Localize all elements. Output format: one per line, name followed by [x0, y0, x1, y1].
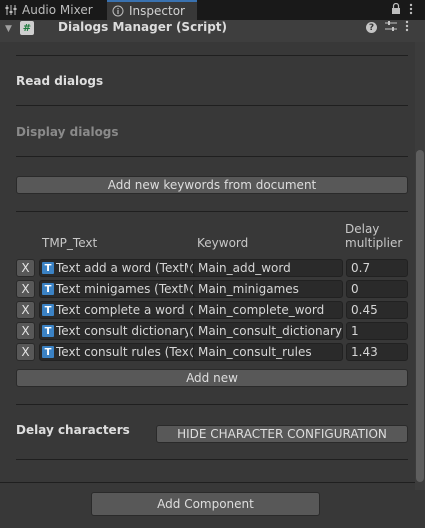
tab-audio-mixer-label: Audio Mixer	[22, 3, 93, 17]
tmp-text-field[interactable]: T Text minigames (TextMeshProUGUI)	[39, 280, 205, 298]
divider	[0, 482, 415, 483]
remove-row-button[interactable]: X	[16, 301, 35, 319]
tmp-text-field[interactable]: T Text consult dictionary (TextMeshProUG…	[39, 322, 205, 340]
keyword-field[interactable]: Main_minigames	[193, 280, 343, 298]
script-hash-icon: #	[20, 21, 34, 35]
remove-row-button[interactable]: X	[16, 259, 35, 277]
info-icon	[111, 4, 125, 18]
kebab-menu-icon[interactable]	[409, 3, 413, 18]
delay-multiplier-field[interactable]: 0.7	[346, 259, 408, 277]
add-component-button[interactable]: Add Component	[91, 492, 320, 516]
tab-inspector[interactable]: Inspector	[107, 0, 197, 20]
remove-row-button[interactable]: X	[16, 280, 35, 298]
foldout-arrow-icon[interactable]: ▼	[5, 24, 12, 34]
component-title: Dialogs Manager (Script)	[58, 20, 228, 34]
column-header-delay: Delay	[345, 222, 380, 236]
remove-row-button[interactable]: X	[16, 322, 35, 340]
tmp-text-value: Text add a word (TextMeshProUGUI)	[56, 261, 188, 275]
section-display-dialogs: Display dialogs	[16, 125, 119, 139]
component-header[interactable]: ▼ # Dialogs Manager (Script) ?	[0, 20, 425, 42]
presets-icon[interactable]	[385, 20, 397, 35]
tmp-text-icon: T	[42, 325, 54, 337]
divider	[16, 105, 408, 106]
divider	[16, 156, 408, 157]
tmp-text-icon: T	[42, 346, 54, 358]
divider	[16, 404, 408, 405]
sliders-icon	[4, 3, 18, 17]
table-row: X T Text add a word (TextMeshProUGUI) Ma…	[16, 259, 408, 278]
table-row: X T Text consult dictionary (TextMeshPro…	[16, 322, 408, 341]
tmp-text-field[interactable]: T Text complete a word (TextMeshProUGUI)	[39, 301, 205, 319]
tmp-text-field[interactable]: T Text add a word (TextMeshProUGUI)	[39, 259, 205, 277]
section-delay-characters: Delay characters	[16, 423, 130, 437]
scrollbar-thumb[interactable]	[416, 150, 424, 482]
table-row: X T Text minigames (TextMeshProUGUI) Mai…	[16, 280, 408, 299]
window-tabbar: Audio Mixer Inspector	[0, 0, 425, 20]
keyword-field[interactable]: Main_add_word	[193, 259, 343, 277]
column-header-tmp-text: TMP_Text	[42, 236, 98, 250]
tmp-text-value: Text complete a word (TextMeshProUGUI)	[56, 303, 188, 317]
delay-multiplier-field[interactable]: 1.43	[346, 343, 408, 361]
hide-character-config-button[interactable]: HIDE CHARACTER CONFIGURATION	[156, 425, 408, 443]
tmp-text-value: Text consult dictionary (TextMeshProUGUI…	[56, 324, 188, 338]
tmp-text-icon: T	[42, 262, 54, 274]
divider	[16, 459, 408, 460]
delay-multiplier-field[interactable]: 1	[346, 322, 408, 340]
table-row: X T Text consult rules (TextMeshProUGUI)…	[16, 343, 408, 362]
keyword-field[interactable]: Main_complete_word	[193, 301, 343, 319]
divider	[16, 55, 408, 56]
tab-inspector-label: Inspector	[129, 4, 185, 18]
tmp-text-value: Text minigames (TextMeshProUGUI)	[56, 282, 188, 296]
help-icon[interactable]: ?	[366, 22, 377, 33]
delay-multiplier-field[interactable]: 0.45	[346, 301, 408, 319]
divider	[16, 211, 408, 212]
lock-icon[interactable]	[391, 2, 401, 18]
keyword-field[interactable]: Main_consult_rules	[193, 343, 343, 361]
table-row: X T Text complete a word (TextMeshProUGU…	[16, 301, 408, 320]
tmp-text-icon: T	[42, 283, 54, 295]
column-header-keyword: Keyword	[197, 236, 249, 250]
column-header-delay-multiplier: multiplier	[345, 236, 403, 250]
tmp-text-field[interactable]: T Text consult rules (TextMeshProUGUI)	[39, 343, 205, 361]
add-new-button[interactable]: Add new	[16, 369, 408, 387]
tmp-text-value: Text consult rules (TextMeshProUGUI)	[56, 345, 188, 359]
tab-audio-mixer[interactable]: Audio Mixer	[4, 0, 93, 20]
keyword-field[interactable]: Main_consult_dictionary	[193, 322, 343, 340]
tmp-text-icon: T	[42, 304, 54, 316]
add-keywords-button[interactable]: Add new keywords from document	[16, 176, 408, 194]
remove-row-button[interactable]: X	[16, 343, 35, 361]
delay-multiplier-field[interactable]: 0	[346, 280, 408, 298]
section-read-dialogs: Read dialogs	[16, 74, 104, 88]
component-menu-icon[interactable]	[405, 20, 409, 35]
